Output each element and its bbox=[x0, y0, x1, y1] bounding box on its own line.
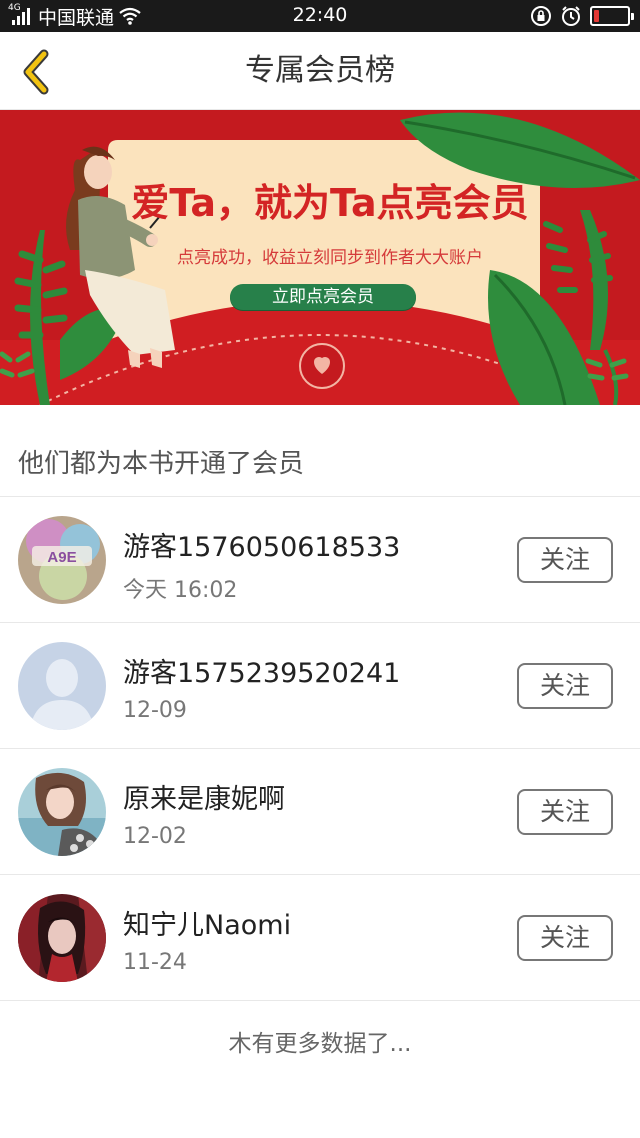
alarm-icon bbox=[562, 6, 580, 26]
banner-title: 爱Ta，就为Ta点亮会员 bbox=[131, 181, 529, 225]
svg-text:A9E: A9E bbox=[47, 549, 76, 566]
battery-icon bbox=[590, 6, 634, 26]
avatar[interactable]: A9E bbox=[18, 516, 106, 604]
follow-button[interactable]: 关注 bbox=[517, 789, 613, 835]
member-name[interactable]: 原来是康妮啊 bbox=[123, 777, 285, 816]
list-item[interactable]: 原来是康妮啊 12-02 关注 bbox=[0, 749, 640, 875]
girl-avatar-icon bbox=[18, 768, 106, 856]
red-portrait-avatar-icon bbox=[18, 894, 106, 982]
avatar[interactable] bbox=[18, 894, 106, 982]
follow-button[interactable]: 关注 bbox=[517, 537, 613, 583]
avatar[interactable] bbox=[18, 768, 106, 856]
page-title: 专属会员榜 bbox=[245, 53, 395, 88]
member-name[interactable]: 知宁儿Naomi bbox=[123, 903, 291, 942]
list-item[interactable]: 游客1575239520241 12-09 关注 bbox=[0, 623, 640, 749]
member-name[interactable]: 游客1576050618533 bbox=[123, 525, 400, 564]
list-item[interactable]: 知宁儿Naomi 11-24 关注 bbox=[0, 875, 640, 1001]
avatar[interactable] bbox=[18, 642, 106, 730]
banner-subtitle: 点亮成功，收益立刻同步到作者大大账户 bbox=[177, 248, 483, 268]
section-heading-text: 他们都为本书开通了会员 bbox=[18, 449, 305, 479]
member-time: 今天 16:02 bbox=[123, 578, 238, 603]
light-up-membership-button[interactable]: 立即点亮会员 bbox=[230, 284, 416, 310]
member-list: A9E 游客1576050618533 今天 16:02 关注 游客157523… bbox=[0, 497, 640, 1001]
follow-button[interactable]: 关注 bbox=[517, 663, 613, 709]
member-time: 12-09 bbox=[123, 698, 187, 723]
follow-button[interactable]: 关注 bbox=[517, 915, 613, 961]
status-bar: 4G 中国联通 22:40 bbox=[0, 0, 640, 32]
member-time: 11-24 bbox=[123, 950, 187, 975]
promo-banner[interactable]: 爱Ta，就为Ta点亮会员 点亮成功，收益立刻同步到作者大大账户 立即点亮会员 bbox=[0, 110, 640, 405]
colorful-avatar-icon: A9E bbox=[18, 516, 106, 604]
rotation-lock-icon bbox=[531, 6, 551, 26]
section-heading: 他们都为本书开通了会员 bbox=[0, 405, 640, 497]
status-bar-right bbox=[530, 5, 634, 27]
battery-level bbox=[594, 10, 600, 22]
list-item[interactable]: A9E 游客1576050618533 今天 16:02 关注 bbox=[0, 497, 640, 623]
member-time: 12-02 bbox=[123, 824, 187, 849]
no-more-data-text: 木有更多数据了... bbox=[228, 1031, 412, 1057]
member-name[interactable]: 游客1575239520241 bbox=[123, 651, 400, 690]
default-avatar-icon bbox=[18, 642, 106, 730]
nav-header: 专属会员榜 bbox=[0, 32, 640, 110]
